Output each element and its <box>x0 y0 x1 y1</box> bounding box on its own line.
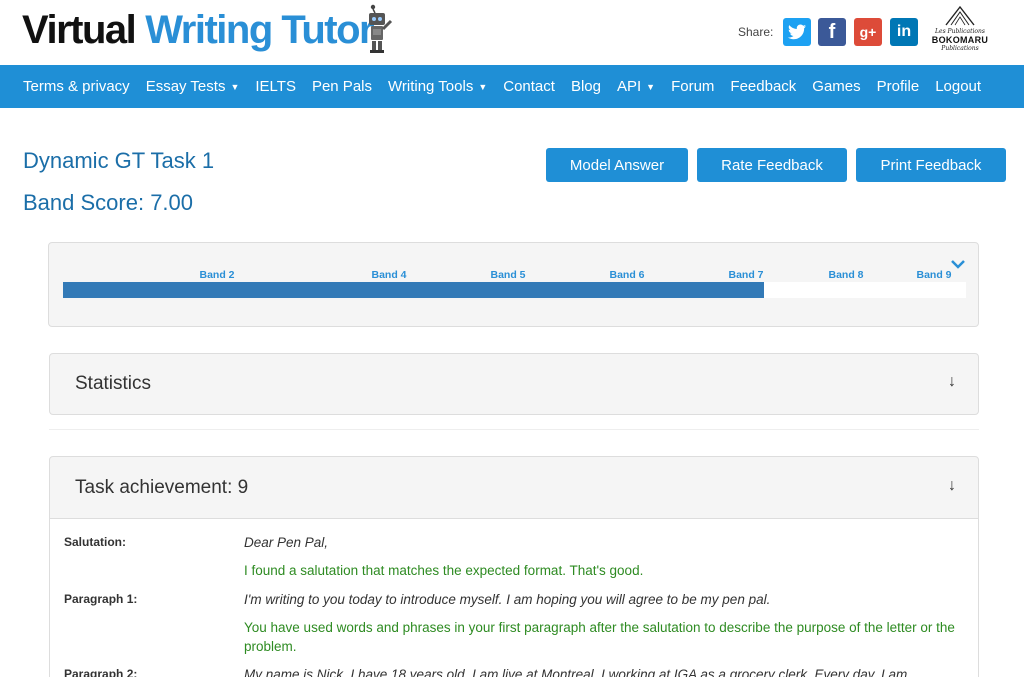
nav-writing-tools[interactable]: Writing Tools ▼ <box>380 78 495 95</box>
statistics-title: Statistics <box>75 373 152 394</box>
chevron-down-icon: ▼ <box>646 81 656 92</box>
band-progress-fill <box>63 282 764 298</box>
nav-label: Logout <box>935 78 982 95</box>
nav-logout[interactable]: Logout <box>927 78 989 95</box>
band-label-2: Band 2 <box>199 269 235 281</box>
nav-label: Feedback <box>730 78 797 95</box>
salutation-text: Dear Pen Pal, <box>244 535 329 550</box>
nav-blog[interactable]: Blog <box>563 78 609 95</box>
nav-label: Terms & privacy <box>23 78 130 95</box>
task-achievement-panel[interactable]: Task achievement: 9 ↓ <box>49 456 979 519</box>
band-label-8: Band 8 <box>828 269 864 281</box>
row-label-salutation: Salutation: <box>64 535 126 549</box>
paragraph-2-text: My name is Nick, I have 18 years old, I … <box>244 667 908 677</box>
print-feedback-button[interactable]: Print Feedback <box>856 148 1006 182</box>
page-title: Dynamic GT Task 1 <box>23 148 215 173</box>
share-label: Share: <box>738 25 774 39</box>
nav-pen-pals[interactable]: Pen Pals <box>304 78 380 95</box>
logo-word-virtual: Virtual <box>22 7 137 52</box>
site-header: Virtual Writing Tutor Share: f g+ in Les… <box>0 0 1024 65</box>
chevron-down-icon: ▼ <box>478 81 488 92</box>
site-logo[interactable]: Virtual Writing Tutor <box>22 4 375 56</box>
nav-feedback[interactable]: Feedback <box>722 78 804 95</box>
nav-label: Essay Tests <box>145 78 226 95</box>
google-plus-icon[interactable]: g+ <box>854 18 882 46</box>
arrow-down-icon[interactable]: ↓ <box>948 477 956 495</box>
nav-games[interactable]: Games <box>804 78 868 95</box>
publisher-line1: Les Publications <box>935 28 985 35</box>
main-nav: Terms & privacy Essay Tests ▼ IELTS Pen P… <box>0 65 1024 108</box>
paragraph-1-text: I'm writing to you today to introduce my… <box>244 592 771 607</box>
band-label-4: Band 4 <box>371 269 407 281</box>
facebook-icon[interactable]: f <box>818 18 846 46</box>
salutation-feedback: I found a salutation that matches the ex… <box>244 563 644 578</box>
band-label-5: Band 5 <box>490 269 526 281</box>
nav-essay-tests[interactable]: Essay Tests ▼ <box>138 78 248 95</box>
band-label-6: Band 6 <box>609 269 645 281</box>
nav-label: Games <box>812 78 861 95</box>
nav-label: Profile <box>876 78 920 95</box>
divider <box>49 429 979 430</box>
band-score: Band Score: 7.00 <box>23 190 194 215</box>
nav-label: Contact <box>503 78 555 95</box>
nav-terms-privacy[interactable]: Terms & privacy <box>15 78 138 95</box>
chevron-down-icon[interactable] <box>951 259 965 269</box>
nav-label: API <box>616 78 642 95</box>
statistics-panel[interactable]: Statistics ↓ <box>49 353 979 415</box>
paragraph-1-feedback: You have used words and phrases in your … <box>244 620 955 654</box>
nav-contact[interactable]: Contact <box>495 78 563 95</box>
twitter-icon[interactable] <box>783 18 811 46</box>
nav-label: Forum <box>671 78 715 95</box>
robot-icon <box>369 4 393 53</box>
band-score-panel: Band 2 Band 4 Band 5 Band 6 Band 7 Band … <box>48 242 979 327</box>
nav-label: Blog <box>570 78 601 95</box>
band-label-9: Band 9 <box>916 269 952 281</box>
nav-forum[interactable]: Forum <box>663 78 722 95</box>
nav-api[interactable]: API ▼ <box>609 78 663 95</box>
publisher-line3: Publications <box>941 45 979 52</box>
arrow-down-icon[interactable]: ↓ <box>948 373 956 391</box>
nav-ielts[interactable]: IELTS <box>247 78 304 95</box>
logo-word-writing-tutor: Writing Tutor <box>145 7 374 52</box>
row-label-paragraph-2: Paragraph 2: <box>64 667 138 677</box>
band-progress-track <box>63 282 966 298</box>
row-label-paragraph-1: Paragraph 1: <box>64 592 138 606</box>
chevron-down-icon: ▼ <box>230 81 240 92</box>
nav-profile[interactable]: Profile <box>869 78 928 95</box>
rate-feedback-button[interactable]: Rate Feedback <box>697 148 847 182</box>
nav-label: Writing Tools <box>388 78 474 95</box>
task-achievement-title: Task achievement: 9 <box>75 477 249 498</box>
publisher-emblem-icon <box>945 5 975 26</box>
publisher-line2: BOKOMARU <box>931 35 989 45</box>
nav-label: IELTS <box>255 78 296 95</box>
linkedin-icon[interactable]: in <box>890 18 918 46</box>
band-label-7: Band 7 <box>728 269 764 281</box>
publisher-logo[interactable]: Les Publications BOKOMARU Publications <box>930 4 990 62</box>
task-achievement-body: Salutation: Dear Pen Pal, I found a salu… <box>49 518 979 677</box>
model-answer-button[interactable]: Model Answer <box>546 148 688 182</box>
nav-label: Pen Pals <box>311 78 372 95</box>
